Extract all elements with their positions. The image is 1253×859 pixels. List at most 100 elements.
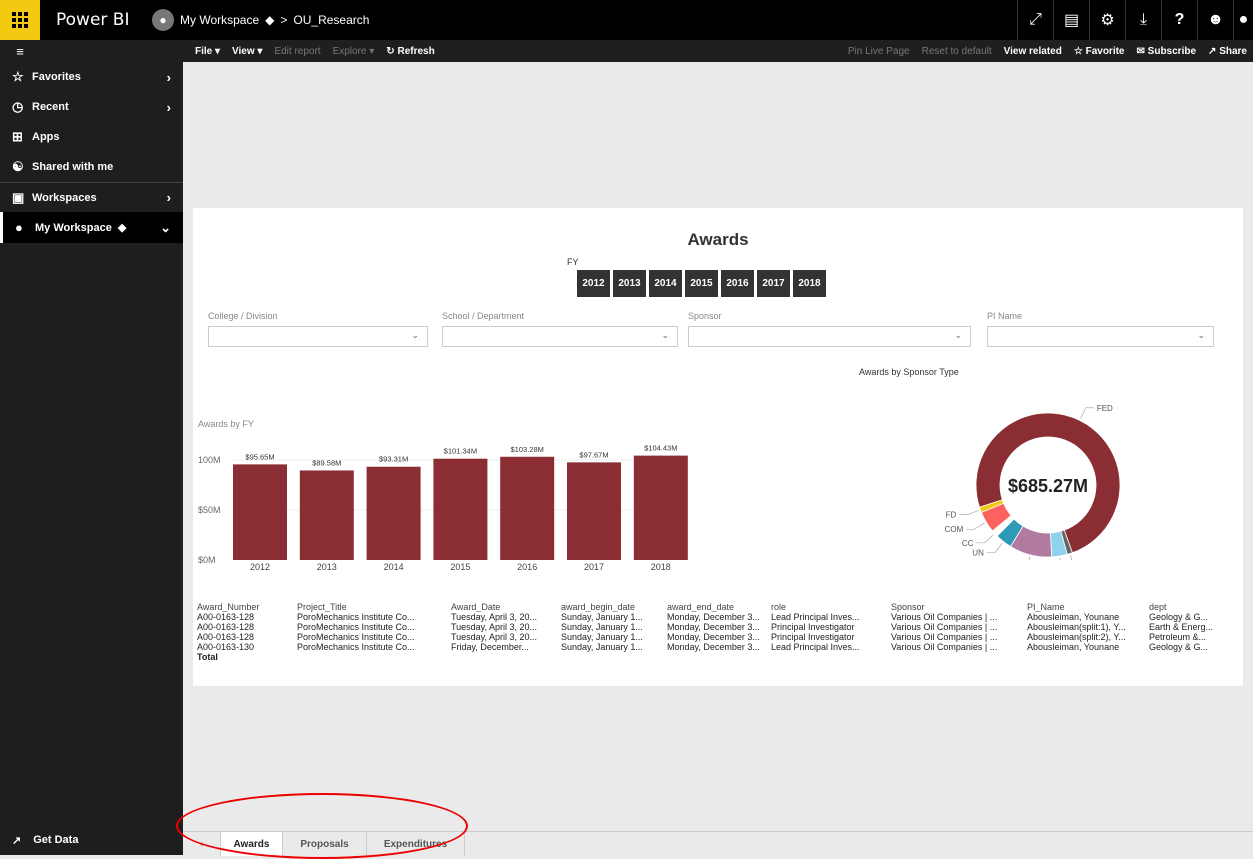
data-label: $95.65M [245, 452, 274, 461]
red-annotation-ellipse [176, 793, 468, 859]
reset-default-button[interactable]: Reset to default [922, 46, 992, 57]
fy-button-2014[interactable]: 2014 [649, 270, 682, 297]
help-icon[interactable]: ? [1161, 0, 1197, 40]
x-tick-label: 2013 [317, 562, 337, 572]
subscribe-button[interactable]: ✉ Subscribe [1137, 46, 1197, 57]
column-header[interactable]: award_end_date [667, 602, 771, 612]
breadcrumb-separator: > [280, 13, 288, 27]
get-data-button[interactable]: ↗ Get Data [12, 834, 78, 847]
file-menu[interactable]: File ▾ [195, 46, 220, 57]
school-department-dropdown[interactable]: ⌄ [442, 326, 678, 347]
share-label: Share [1219, 45, 1247, 57]
workspaces-icon: ▣ [12, 189, 25, 205]
diamond-icon: ◆ [265, 13, 275, 27]
data-label: $101.34M [444, 447, 477, 456]
sidebar-item-label: Apps [32, 131, 60, 143]
pin-live-page-button[interactable]: Pin Live Page [848, 46, 910, 57]
column-header[interactable]: Project_Title [297, 602, 451, 612]
pi-name-slicer: PI Name ⌄ [987, 311, 1214, 347]
sidebar-item-my-workspace[interactable]: ● My Workspace ◆ ⌄ [0, 212, 183, 243]
fy-button-2017[interactable]: 2017 [757, 270, 790, 297]
slicer-label: College / Division [208, 311, 278, 321]
view-related-button[interactable]: View related [1004, 46, 1062, 57]
table-body: A00-0163-128 PoroMechanics Institute Co..… [197, 612, 1237, 652]
table-row[interactable]: A00-0163-128 PoroMechanics Institute Co..… [197, 622, 1237, 632]
star-icon: ☆ [12, 69, 24, 84]
column-header[interactable]: award_begin_date [561, 602, 667, 612]
chevron-down-icon: ⌄ [954, 330, 962, 340]
sidebar-item-workspaces[interactable]: ▣ Workspaces › [0, 182, 183, 212]
fy-button-2018[interactable]: 2018 [793, 270, 826, 297]
expand-icon[interactable]: ⤢ [1017, 0, 1053, 40]
table-row[interactable]: A00-0163-128 PoroMechanics Institute Co..… [197, 612, 1237, 622]
table-row[interactable]: A00-0163-128 PoroMechanics Institute Co..… [197, 632, 1237, 642]
chevron-down-icon: ⌄ [1197, 330, 1205, 340]
account-avatar-icon[interactable]: ● [1233, 0, 1253, 40]
get-data-label: Get Data [33, 834, 79, 846]
sidebar-item-favorites[interactable]: ☆ Favorites › [0, 62, 183, 92]
refresh-button[interactable]: ↻ Refresh [386, 46, 434, 57]
star-icon: ☆ [1073, 45, 1086, 57]
favorite-button[interactable]: ☆ Favorite [1074, 46, 1125, 57]
chevron-right-icon[interactable]: › [167, 70, 171, 85]
mail-icon: ✉ [1136, 45, 1148, 57]
x-tick-label: 2017 [584, 562, 604, 572]
fy-button-2012[interactable]: 2012 [577, 270, 610, 297]
chevron-right-icon[interactable]: › [167, 100, 171, 115]
comment-icon[interactable]: ▤ [1053, 0, 1089, 40]
brand-title[interactable]: Power BI [56, 10, 146, 30]
awards-by-fy-chart[interactable]: $0M $50M 100M $95.65M 2012 $89.58M 2013 $93.31M… [193, 433, 693, 583]
view-menu[interactable]: View ▾ [232, 46, 262, 57]
settings-icon[interactable]: ⚙ [1089, 0, 1125, 40]
fy-button-2013[interactable]: 2013 [613, 270, 646, 297]
table-cell: Various Oil Companies | ... [891, 622, 998, 632]
bar-chart-title: Awards by FY [198, 419, 254, 429]
sidebar-item-label: Favorites [32, 71, 81, 83]
app-launcher-button[interactable] [0, 0, 40, 40]
column-header[interactable]: Sponsor [891, 602, 1027, 612]
table-cell: Principal Investigator [771, 632, 855, 642]
leader-line [966, 522, 985, 530]
explore-menu[interactable]: Explore ▾ [333, 46, 375, 57]
pi-name-dropdown[interactable]: ⌄ [987, 326, 1214, 347]
table-cell: PoroMechanics Institute Co... [297, 622, 415, 632]
column-header[interactable]: dept [1149, 602, 1229, 612]
table-cell: Lead Principal Inves... [771, 642, 860, 652]
awards-by-sponsor-type-chart[interactable]: FEDINNPSTUNCCCOMFD$685.27M [893, 380, 1153, 560]
table-header: Award_Number Project_Title Award_Date award… [197, 602, 1237, 612]
leader-line [976, 534, 994, 544]
table-total-label: Total [197, 652, 218, 662]
awards-table[interactable]: Award_Number Project_Title Award_Date award… [197, 602, 1237, 678]
college-division-dropdown[interactable]: ⌄ [208, 326, 428, 347]
column-header[interactable]: Award_Number [197, 602, 297, 612]
fy-button-2016[interactable]: 2016 [721, 270, 754, 297]
sponsor-dropdown[interactable]: ⌄ [688, 326, 971, 347]
sidebar-item-shared[interactable]: ☯ Shared with me [0, 152, 183, 182]
sidebar-item-apps[interactable]: ⊞ Apps [0, 122, 183, 152]
smiley-icon[interactable]: ☻ [1197, 0, 1233, 40]
chevron-down-icon[interactable]: ⌄ [160, 220, 171, 236]
table-cell: Monday, December 3... [667, 632, 760, 642]
fy-slicer-label: FY [567, 257, 579, 267]
chevron-right-icon[interactable]: › [167, 190, 171, 205]
table-cell: Abousleiman, Younane [1027, 612, 1120, 622]
column-header[interactable]: role [771, 602, 891, 612]
breadcrumb-workspace[interactable]: My Workspace [180, 13, 259, 27]
sidebar-item-recent[interactable]: ◷ Recent › [0, 92, 183, 122]
fy-button-2015[interactable]: 2015 [685, 270, 718, 297]
hamburger-menu-icon[interactable]: ≡ [0, 44, 40, 59]
sidebar-item-label: Workspaces [32, 191, 97, 204]
table-cell: Friday, December... [451, 642, 529, 652]
column-header[interactable]: PI_Name [1027, 602, 1149, 612]
data-label: $103.28M [511, 445, 544, 454]
y-tick-label: $0M [198, 555, 216, 565]
edit-report-button[interactable]: Edit report [274, 46, 320, 57]
bar-2016 [500, 456, 555, 560]
download-icon[interactable]: ⤓ [1125, 0, 1161, 40]
table-cell: A00-0163-128 [197, 632, 255, 642]
table-row[interactable]: A00-0163-130 PoroMechanics Institute Co..… [197, 642, 1237, 652]
column-header[interactable]: Award_Date [451, 602, 561, 612]
data-label: $97.67M [579, 450, 608, 459]
share-button[interactable]: ↗ Share [1208, 46, 1247, 57]
table-cell: Abousleiman(split:1), Y... [1027, 622, 1126, 632]
